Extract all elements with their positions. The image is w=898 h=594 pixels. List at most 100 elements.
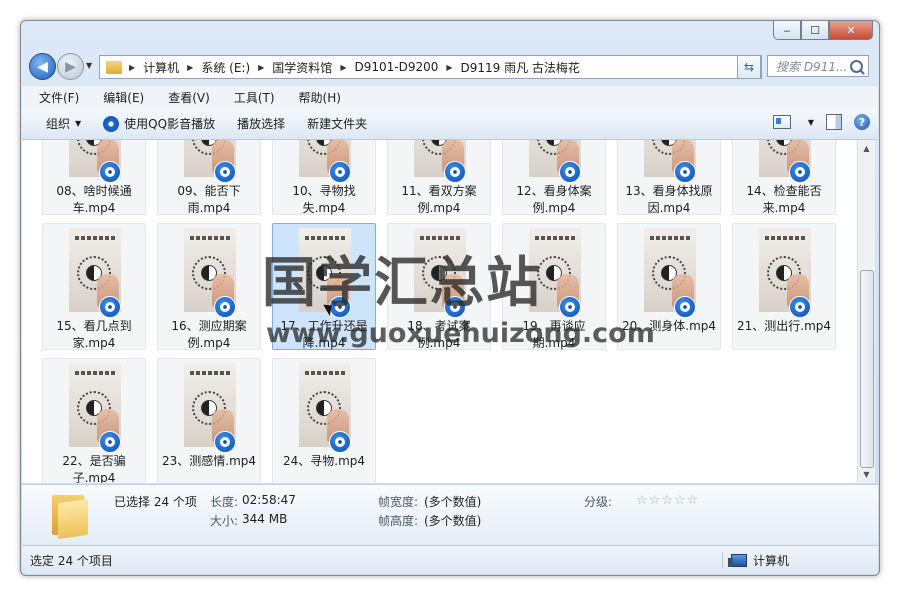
play-with-qq-button[interactable]: 使用QQ影音播放	[95, 115, 223, 132]
vertical-scrollbar[interactable]: ▲ ▼	[857, 140, 875, 483]
file-name: 13、看身体找原因.mp4	[625, 184, 713, 215]
file-item[interactable]: 08、啥时候通车.mp4	[42, 140, 146, 215]
help-icon[interactable]: ?	[854, 114, 870, 130]
qq-video-file-icon	[329, 431, 351, 453]
arrow-left-icon: ◀	[37, 58, 48, 75]
folder-icon	[106, 60, 122, 74]
view-controls: ▼ ?	[772, 114, 870, 130]
command-bar: 组织 ▼ 使用QQ影音播放 播放选择 新建文件夹 ▼ ?	[22, 108, 878, 140]
chevron-right-icon[interactable]: ▶	[443, 63, 455, 72]
star-icon[interactable]: ☆	[674, 493, 687, 508]
file-name: 08、啥时候通车.mp4	[56, 184, 132, 215]
size-label: 大小:	[210, 514, 239, 528]
preview-pane-icon[interactable]	[826, 114, 842, 130]
qq-video-file-icon	[214, 296, 236, 318]
qq-player-icon	[103, 115, 120, 132]
breadcrumb-current[interactable]: D9119 雨凡 古法梅花	[456, 59, 585, 76]
breadcrumb-library[interactable]: 国学资料馆	[267, 59, 337, 76]
change-view-icon[interactable]	[772, 115, 791, 129]
file-item[interactable]: 14、检查能否来.mp4	[732, 140, 836, 215]
status-location: 计算机	[722, 552, 789, 568]
file-item[interactable]: 22、是否骗子.mp4	[42, 358, 146, 483]
menu-view[interactable]: 查看(V)	[160, 89, 218, 106]
scroll-up-icon[interactable]: ▲	[858, 140, 875, 157]
play-selection-button[interactable]: 播放选择	[229, 115, 293, 132]
frame-height-label: 帧高度:	[378, 514, 419, 528]
search-icon[interactable]	[850, 59, 863, 73]
navigation-bar: ◀ ▶ ▼ ▶ 计算机 ▶ 系统 (E:) ▶ 国学资料馆 ▶ D9101-D9…	[21, 49, 879, 83]
qq-video-file-icon	[444, 161, 466, 183]
chevron-right-icon[interactable]: ▶	[255, 63, 267, 72]
menu-file[interactable]: 文件(F)	[31, 89, 87, 106]
breadcrumb-range[interactable]: D9101-D9200	[349, 60, 443, 74]
file-item[interactable]: 21、测出行.mp4	[732, 223, 836, 350]
qq-video-file-icon	[559, 296, 581, 318]
breadcrumb-computer[interactable]: 计算机	[138, 59, 184, 76]
new-folder-button[interactable]: 新建文件夹	[299, 115, 375, 132]
file-name: 16、测应期案例.mp4	[171, 319, 247, 350]
selected-count: 已选择 24 个项	[114, 495, 197, 509]
address-bar[interactable]: ▶ 计算机 ▶ 系统 (E:) ▶ 国学资料馆 ▶ D9101-D9200 ▶ …	[99, 55, 762, 79]
close-button[interactable]: ✕	[829, 21, 873, 40]
length-value: 02:58:47	[242, 493, 296, 507]
file-item[interactable]: 23、测感情.mp4	[157, 358, 261, 483]
star-icon[interactable]: ☆	[649, 493, 662, 508]
menu-help[interactable]: 帮助(H)	[291, 89, 349, 106]
frame-height-value: (多个数值)	[424, 514, 482, 528]
back-button[interactable]: ◀	[29, 53, 56, 80]
star-icon[interactable]: ☆	[687, 493, 700, 508]
file-item[interactable]: 16、测应期案例.mp4	[157, 223, 261, 350]
menu-tools[interactable]: 工具(T)	[226, 89, 283, 106]
arrow-right-icon: ▶	[65, 58, 76, 75]
menu-edit[interactable]: 编辑(E)	[95, 89, 152, 106]
scroll-down-icon[interactable]: ▼	[858, 466, 875, 483]
minimize-button[interactable]: ‒	[773, 21, 801, 40]
file-name: 09、能否下雨.mp4	[177, 184, 241, 215]
file-name: 12、看身体案例.mp4	[516, 184, 592, 215]
star-icon[interactable]: ☆	[636, 493, 649, 508]
watermark-url: www.guoxuehuizong.com	[266, 318, 655, 349]
file-item[interactable]: 10、寻物找失.mp4	[272, 140, 376, 215]
file-item[interactable]: 11、看双方案例.mp4	[387, 140, 491, 215]
recent-pages-dropdown[interactable]: ▼	[86, 61, 92, 70]
search-box[interactable]: 搜索 D911...	[767, 55, 869, 77]
file-item[interactable]: 24、寻物.mp4	[272, 358, 376, 483]
forward-button[interactable]: ▶	[57, 53, 84, 80]
maximize-button[interactable]: ☐	[801, 21, 829, 40]
qq-video-file-icon	[674, 161, 696, 183]
star-icon[interactable]: ☆	[661, 493, 674, 508]
size-value: 344 MB	[242, 512, 288, 526]
status-selection-text: 选定 24 个项目	[30, 554, 113, 568]
caption-buttons: ‒ ☐ ✕	[773, 21, 873, 40]
organize-label: 组织	[46, 117, 71, 131]
scrollbar-thumb[interactable]	[860, 270, 874, 468]
rating-stars[interactable]: ☆☆☆☆☆	[636, 493, 699, 508]
qq-video-file-icon	[99, 161, 121, 183]
watermark-title: 国学汇总站	[262, 250, 542, 314]
qq-video-file-icon	[329, 161, 351, 183]
length-label: 长度:	[210, 495, 239, 509]
file-name: 22、是否骗子.mp4	[62, 454, 126, 483]
qq-video-file-icon	[99, 296, 121, 318]
file-name: 21、测出行.mp4	[736, 319, 832, 333]
chevron-right-icon[interactable]: ▶	[337, 63, 349, 72]
qq-video-file-icon	[214, 431, 236, 453]
chevron-right-icon[interactable]: ▶	[184, 63, 196, 72]
qq-video-file-icon	[789, 161, 811, 183]
menu-bar: 文件(F) 编辑(E) 查看(V) 工具(T) 帮助(H)	[22, 85, 878, 108]
organize-button[interactable]: 组织 ▼	[38, 115, 89, 132]
rating-label: 分级:	[584, 495, 613, 509]
file-name: 15、看几点到家.mp4	[56, 319, 132, 350]
chevron-down-icon: ▼	[75, 119, 82, 128]
file-item[interactable]: 09、能否下雨.mp4	[157, 140, 261, 215]
qq-video-file-icon	[214, 161, 236, 183]
file-item[interactable]: 15、看几点到家.mp4	[42, 223, 146, 350]
view-dropdown-icon[interactable]: ▼	[808, 118, 814, 127]
file-item[interactable]: 13、看身体找原因.mp4	[617, 140, 721, 215]
file-name: 10、寻物找失.mp4	[292, 184, 356, 215]
details-pane: 已选择 24 个项 长度: 02:58:47 大小: 344 MB 帧宽度: (…	[22, 484, 878, 545]
breadcrumb-drive[interactable]: 系统 (E:)	[196, 59, 255, 76]
chevron-right-icon[interactable]: ▶	[126, 63, 138, 72]
file-item[interactable]: 12、看身体案例.mp4	[502, 140, 606, 215]
refresh-button[interactable]: ⇆	[737, 55, 761, 79]
